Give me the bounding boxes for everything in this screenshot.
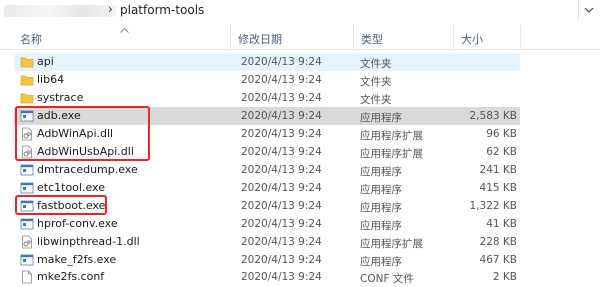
column-header-size[interactable]: 大小 — [461, 31, 483, 47]
list-item[interactable]: hprof-conv.exe 2020/4/13 9:24 应用程序 41 KB — [14, 215, 520, 233]
file-name: systrace — [37, 91, 84, 104]
list-item[interactable]: systrace 2020/4/13 9:24 文件夹 — [14, 89, 520, 107]
file-type: 文件夹 — [360, 58, 392, 70]
breadcrumb-current-folder[interactable]: platform-tools — [120, 3, 204, 17]
file-size: 1,322 KB — [469, 200, 518, 212]
file-name: make_f2fs.exe — [37, 253, 117, 266]
file-type: 应用程序 — [360, 220, 402, 232]
file-type: 应用程序 — [360, 166, 402, 178]
list-item[interactable]: lib64 2020/4/13 9:24 文件夹 — [14, 71, 520, 89]
column-header-type[interactable]: 类型 — [361, 31, 383, 47]
file-date: 2020/4/13 9:24 — [241, 74, 322, 86]
file-date: 2020/4/13 9:24 — [241, 218, 322, 230]
file-type: 应用程序 — [360, 256, 402, 268]
file-date: 2020/4/13 9:24 — [241, 56, 322, 68]
list-item[interactable]: mke2fs.conf 2020/4/13 9:24 CONF 文件 2 KB — [14, 268, 520, 286]
list-item[interactable]: api 2020/4/13 9:24 文件夹 — [14, 53, 520, 71]
column-divider[interactable] — [453, 25, 454, 49]
file-date: 2020/4/13 9:24 — [241, 182, 322, 194]
address-bar[interactable]: › platform-tools — [0, 0, 600, 22]
file-size: 2,583 KB — [469, 110, 518, 122]
column-divider[interactable] — [230, 25, 231, 49]
file-date: 2020/4/13 9:24 — [241, 271, 322, 283]
column-divider[interactable] — [353, 25, 354, 49]
file-name: dmtracedump.exe — [37, 163, 138, 176]
file-date: 2020/4/13 9:24 — [241, 236, 322, 248]
folder-icon — [20, 55, 34, 69]
file-size: 241 KB — [479, 164, 517, 176]
list-item[interactable]: make_f2fs.exe 2020/4/13 9:24 应用程序 467 KB — [14, 251, 520, 269]
file-type: 应用程序扩展 — [360, 148, 423, 160]
file-type: 应用程序 — [360, 184, 402, 196]
file-type: 应用程序 — [360, 202, 402, 214]
exe-icon — [20, 253, 34, 267]
sort-ascending-icon — [120, 23, 129, 36]
file-type: 应用程序 — [360, 112, 402, 124]
file-date: 2020/4/13 9:24 — [241, 146, 322, 158]
file-date: 2020/4/13 9:24 — [241, 110, 322, 122]
column-divider[interactable] — [520, 25, 521, 49]
file-type: 文件夹 — [360, 76, 392, 88]
dll-icon — [20, 235, 34, 249]
file-type: 文件夹 — [360, 94, 392, 106]
file-date: 2020/4/13 9:24 — [241, 164, 322, 176]
exe-icon — [20, 181, 34, 195]
file-date: 2020/4/13 9:24 — [241, 254, 322, 266]
exe-icon — [20, 163, 34, 177]
list-item[interactable]: libwinpthread-1.dll 2020/4/13 9:24 应用程序扩… — [14, 233, 520, 251]
file-date: 2020/4/13 9:24 — [241, 200, 322, 212]
file-date: 2020/4/13 9:24 — [241, 128, 322, 140]
file-name: lib64 — [37, 73, 65, 86]
list-item[interactable]: dmtracedump.exe 2020/4/13 9:24 应用程序 241 … — [14, 161, 520, 179]
column-header: 名称 修改日期 类型 大小 — [0, 25, 600, 50]
file-name: etc1tool.exe — [37, 181, 105, 194]
chevron-down-icon — [584, 7, 594, 13]
exe-icon — [20, 217, 34, 231]
highlight-box-fastboot — [15, 195, 107, 215]
breadcrumb-separator: › — [108, 2, 113, 16]
file-size: 228 KB — [479, 236, 517, 248]
file-name: mke2fs.conf — [37, 270, 105, 283]
column-header-name[interactable]: 名称 — [20, 31, 42, 47]
blurred-path-segment — [4, 5, 116, 17]
file-size: 62 KB — [486, 146, 517, 158]
file-name: libwinpthread-1.dll — [37, 235, 140, 248]
file-type: CONF 文件 — [360, 273, 414, 285]
highlight-box-adb-files — [15, 106, 150, 161]
address-dropdown-button[interactable] — [578, 0, 599, 20]
folder-icon — [20, 91, 34, 105]
column-header-modified[interactable]: 修改日期 — [238, 31, 282, 47]
file-size: 41 KB — [486, 218, 517, 230]
file-name: hprof-conv.exe — [37, 217, 118, 230]
file-icon — [20, 270, 34, 284]
file-size: 467 KB — [479, 254, 517, 266]
file-size: 415 KB — [479, 182, 517, 194]
file-size: 2 KB — [492, 271, 517, 283]
file-size: 96 KB — [486, 128, 517, 140]
folder-icon — [20, 73, 34, 87]
file-date: 2020/4/13 9:24 — [241, 92, 322, 104]
file-type: 应用程序扩展 — [360, 130, 423, 142]
file-name: api — [37, 55, 54, 68]
file-type: 应用程序扩展 — [360, 238, 423, 250]
